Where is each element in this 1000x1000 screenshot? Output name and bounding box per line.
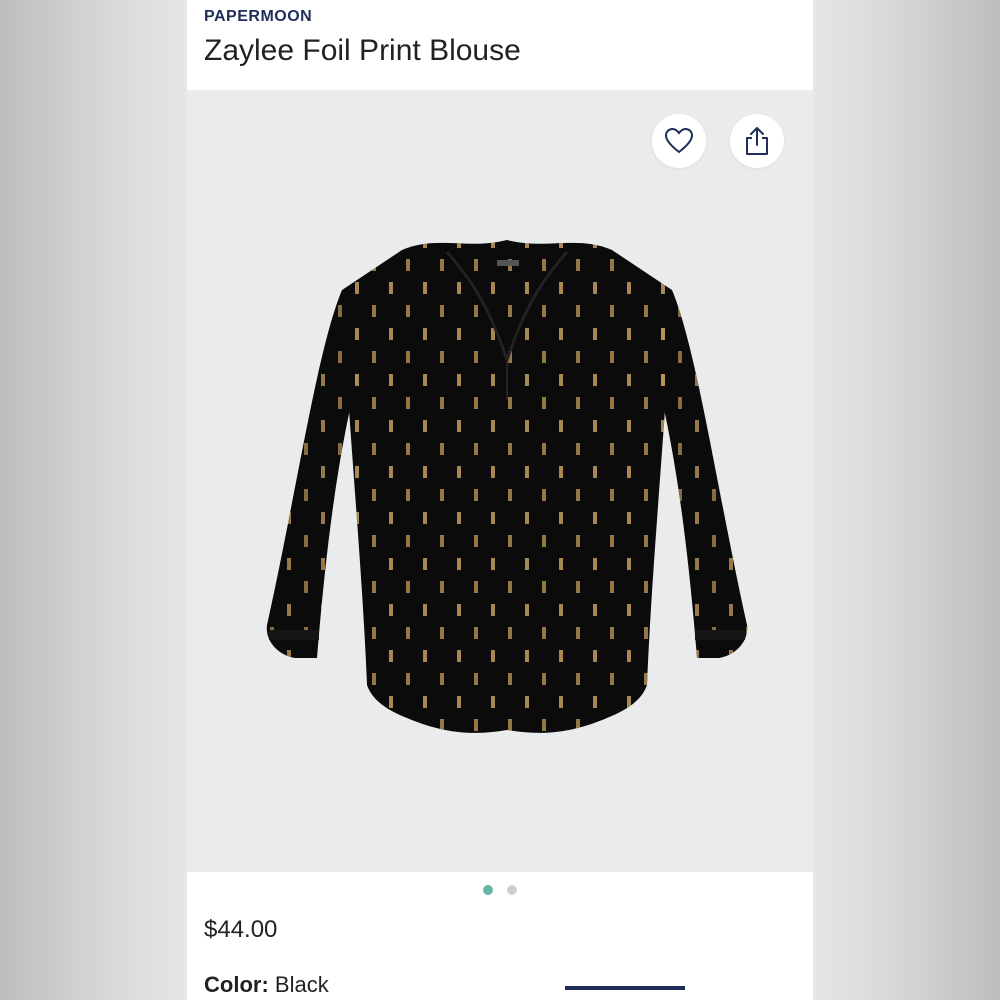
product-screen: PAPERMOON Zaylee Foil Print Blouse $44.0…	[187, 0, 813, 1000]
carousel-indicator	[187, 885, 813, 895]
carousel-dot-2[interactable]	[507, 885, 517, 895]
brand-name[interactable]: PAPERMOON	[204, 8, 312, 26]
product-price: $44.00	[204, 916, 278, 943]
selected-option-indicator	[565, 986, 685, 990]
heart-icon	[664, 127, 694, 154]
backdrop-left	[0, 0, 187, 1000]
share-icon	[746, 127, 768, 155]
color-selector: Color: Black	[204, 972, 329, 998]
color-label: Color:	[204, 972, 269, 997]
product-image-carousel[interactable]	[187, 90, 813, 872]
carousel-dot-1[interactable]	[483, 885, 493, 895]
favorite-button[interactable]	[652, 114, 706, 168]
color-value: Black	[274, 972, 329, 997]
share-button[interactable]	[730, 114, 784, 168]
blouse-product-image	[266, 240, 748, 733]
product-title: Zaylee Foil Print Blouse	[204, 34, 521, 67]
backdrop-right	[813, 0, 1000, 1000]
